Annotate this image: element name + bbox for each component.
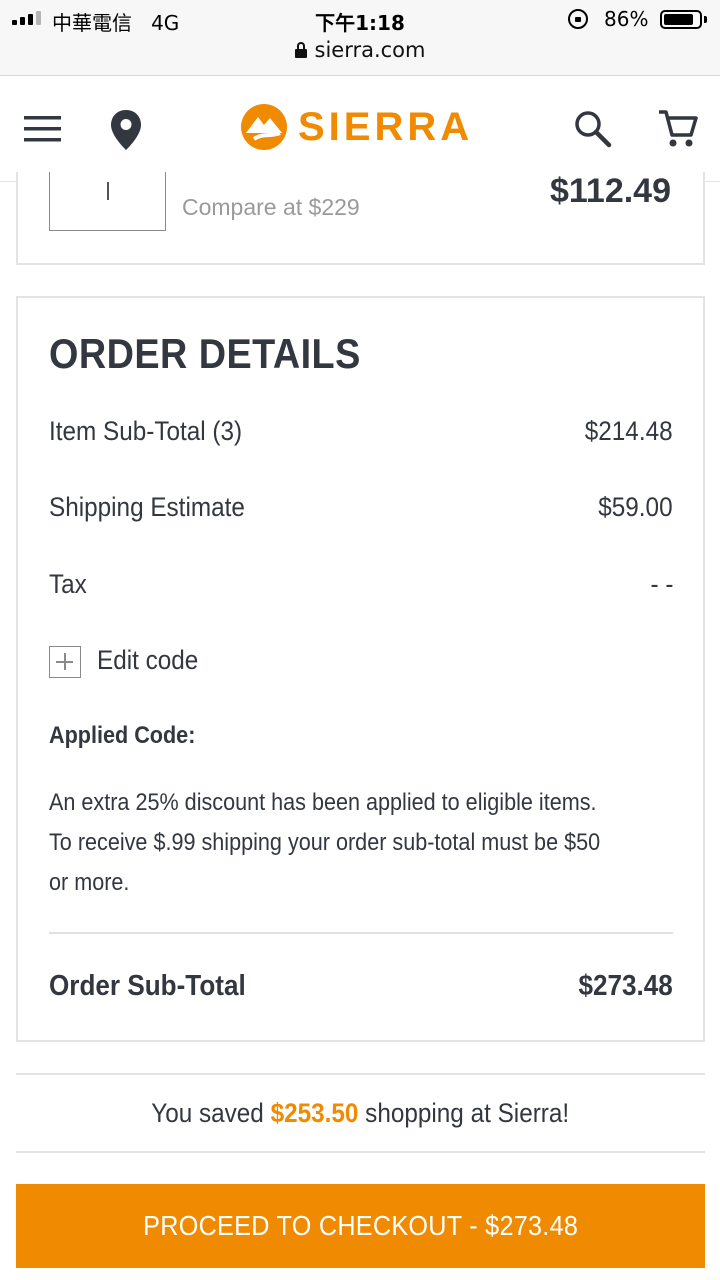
- savings-amount: $253.50: [270, 1098, 359, 1128]
- note-line: To receive $.99 shipping your order sub-…: [49, 829, 601, 856]
- battery-icon: [660, 10, 702, 29]
- savings-banner: You saved $253.50 shopping at Sierra!: [16, 1073, 705, 1153]
- status-bar: 中華電信 4G 下午1:18 86%: [0, 0, 720, 38]
- sierra-logo[interactable]: SIERRA: [240, 103, 473, 151]
- item-price: $112.49: [549, 172, 671, 210]
- item-subtotal-label: Item Sub-Total (3): [49, 416, 243, 446]
- savings-suffix: shopping at Sierra!: [358, 1098, 570, 1128]
- url-text: sierra.com: [314, 38, 426, 62]
- sierra-mountain-icon: [241, 104, 287, 150]
- order-subtotal-label: Order Sub-Total: [49, 970, 246, 1002]
- savings-prefix: You saved: [151, 1098, 271, 1128]
- compare-price: Compare at $229: [182, 194, 360, 220]
- note-line: or more.: [49, 869, 130, 896]
- address-bar[interactable]: sierra.com: [0, 38, 720, 76]
- checkout-button-label: PROCEED TO CHECKOUT - $273.48: [143, 1210, 578, 1241]
- brand-name: SIERRA: [298, 104, 474, 149]
- padlock-icon: [294, 42, 307, 58]
- order-details-card: ORDER DETAILS Item Sub-Total (3) $214.48…: [16, 296, 705, 1042]
- applied-code-label: Applied Code:: [49, 722, 196, 749]
- site-header: SIERRA: [0, 77, 720, 182]
- battery-level: [664, 14, 693, 25]
- shipping-estimate-label: Shipping Estimate: [49, 492, 245, 522]
- proceed-to-checkout-button[interactable]: PROCEED TO CHECKOUT - $273.48: [16, 1184, 705, 1268]
- edit-code-link[interactable]: Edit code: [97, 645, 198, 676]
- cart-icon[interactable]: [658, 109, 698, 149]
- location-pin-icon[interactable]: [110, 110, 142, 150]
- cart-item-card: Compare at $229 $112.49: [16, 172, 705, 265]
- order-subtotal-value: $273.48: [578, 970, 673, 1002]
- rotation-lock-icon: [568, 9, 588, 29]
- shipping-estimate-value: $59.00: [598, 492, 673, 522]
- tax-label: Tax: [49, 569, 87, 599]
- quantity-value: [107, 182, 109, 200]
- battery-percent: 86%: [604, 7, 649, 31]
- order-details-title: ORDER DETAILS: [49, 330, 361, 377]
- quantity-input[interactable]: [49, 172, 166, 231]
- note-line: An extra 25% discount has been applied t…: [49, 789, 597, 816]
- item-subtotal-value: $214.48: [585, 416, 673, 446]
- expand-plus-icon[interactable]: [49, 646, 81, 678]
- menu-icon[interactable]: [24, 115, 62, 143]
- search-icon[interactable]: [574, 110, 612, 148]
- applied-code-notes: An extra 25% discount has been applied t…: [49, 783, 670, 903]
- battery-cap: [704, 16, 707, 23]
- divider: [49, 932, 673, 934]
- tax-value: - -: [650, 569, 673, 599]
